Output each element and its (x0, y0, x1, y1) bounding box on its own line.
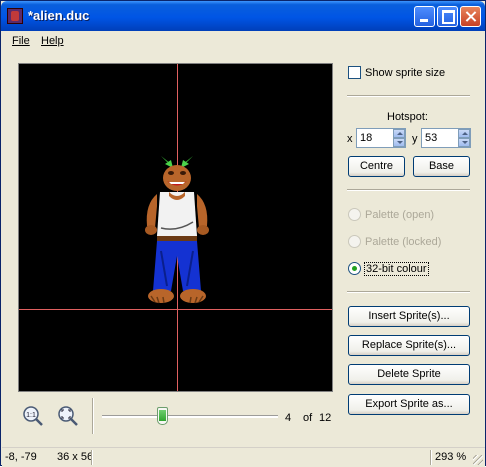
palette-locked-option: Palette (locked) (348, 235, 441, 248)
hotspot-y-down-arrow-icon[interactable] (458, 138, 470, 147)
replace-sprites-button[interactable]: Replace Sprite(s)... (348, 335, 470, 356)
delete-sprite-button[interactable]: Delete Sprite (348, 364, 470, 385)
minimize-button[interactable] (414, 6, 435, 27)
export-sprite-button[interactable]: Export Sprite as... (348, 394, 470, 415)
hotspot-x-spinbox[interactable]: 18 (356, 128, 406, 148)
separator (347, 95, 470, 97)
menu-help[interactable]: Help (41, 35, 64, 47)
app-window: *alien.duc File Help Show sprite size Ho… (0, 0, 486, 467)
separator (347, 291, 470, 293)
resize-grip-icon[interactable] (473, 455, 483, 465)
svg-text:1:1: 1:1 (26, 412, 36, 419)
hotspot-y-spinbox[interactable]: 53 (421, 128, 471, 148)
hotspot-horizontal-line (19, 309, 332, 310)
status-coordinates: -8, -79 (5, 451, 37, 463)
hotspot-y-value: 53 (425, 132, 438, 144)
hotspot-y-up-arrow-icon[interactable] (458, 129, 470, 138)
menu-file[interactable]: File (12, 35, 30, 47)
frame-slider-track[interactable] (102, 415, 278, 418)
colour-32bit-label[interactable]: 32-bit colour (364, 261, 429, 276)
colour-32bit-radio[interactable] (348, 262, 361, 275)
hotspot-label: Hotspot: (387, 111, 428, 123)
app-icon[interactable] (7, 8, 23, 24)
palette-locked-radio (348, 235, 361, 248)
show-sprite-size-option[interactable]: Show sprite size (348, 66, 445, 79)
window-title: *alien.duc (28, 8, 90, 23)
hotspot-x-label: x (347, 133, 353, 145)
status-divider (91, 450, 93, 465)
close-button[interactable] (460, 6, 481, 27)
zoom-actual-size-icon[interactable]: 1:1 (22, 405, 44, 427)
menu-file-label: File (12, 35, 30, 47)
frame-of-label: of (303, 412, 313, 424)
zoom-fit-icon[interactable] (57, 405, 79, 427)
menu-bar: File Help (2, 31, 485, 51)
toolbar-separator (92, 398, 94, 434)
alien-sprite (145, 156, 209, 304)
palette-open-label: Palette (open) (365, 208, 435, 221)
base-button[interactable]: Base (413, 156, 470, 177)
frame-slider-thumb[interactable] (157, 407, 168, 425)
sprite-canvas[interactable] (18, 63, 333, 392)
hotspot-x-down-arrow-icon[interactable] (393, 138, 405, 147)
status-bar: -8, -79 36 x 56 293 % (2, 447, 485, 467)
hotspot-x-value: 18 (360, 132, 373, 144)
menu-help-label: Help (41, 35, 64, 47)
hotspot-y-label: y (412, 133, 418, 145)
status-sprite-size: 36 x 56 (57, 451, 94, 463)
centre-button[interactable]: Centre (348, 156, 405, 177)
total-frames: 12 (319, 412, 332, 424)
palette-open-option: Palette (open) (348, 208, 434, 221)
palette-locked-label: Palette (locked) (365, 235, 442, 248)
palette-open-radio (348, 208, 361, 221)
title-bar[interactable]: *alien.duc (1, 1, 485, 31)
show-sprite-size-checkbox[interactable] (348, 66, 361, 79)
show-sprite-size-label: Show sprite size (365, 66, 446, 79)
status-zoom-level: 293 % (435, 451, 467, 463)
hotspot-x-up-arrow-icon[interactable] (393, 129, 405, 138)
insert-sprites-button[interactable]: Insert Sprite(s)... (348, 306, 470, 327)
separator (347, 189, 470, 191)
status-divider (430, 450, 432, 465)
colour-32bit-option[interactable]: 32-bit colour (348, 261, 429, 276)
current-frame-number: 4 (285, 412, 292, 424)
maximize-button[interactable] (437, 6, 458, 27)
